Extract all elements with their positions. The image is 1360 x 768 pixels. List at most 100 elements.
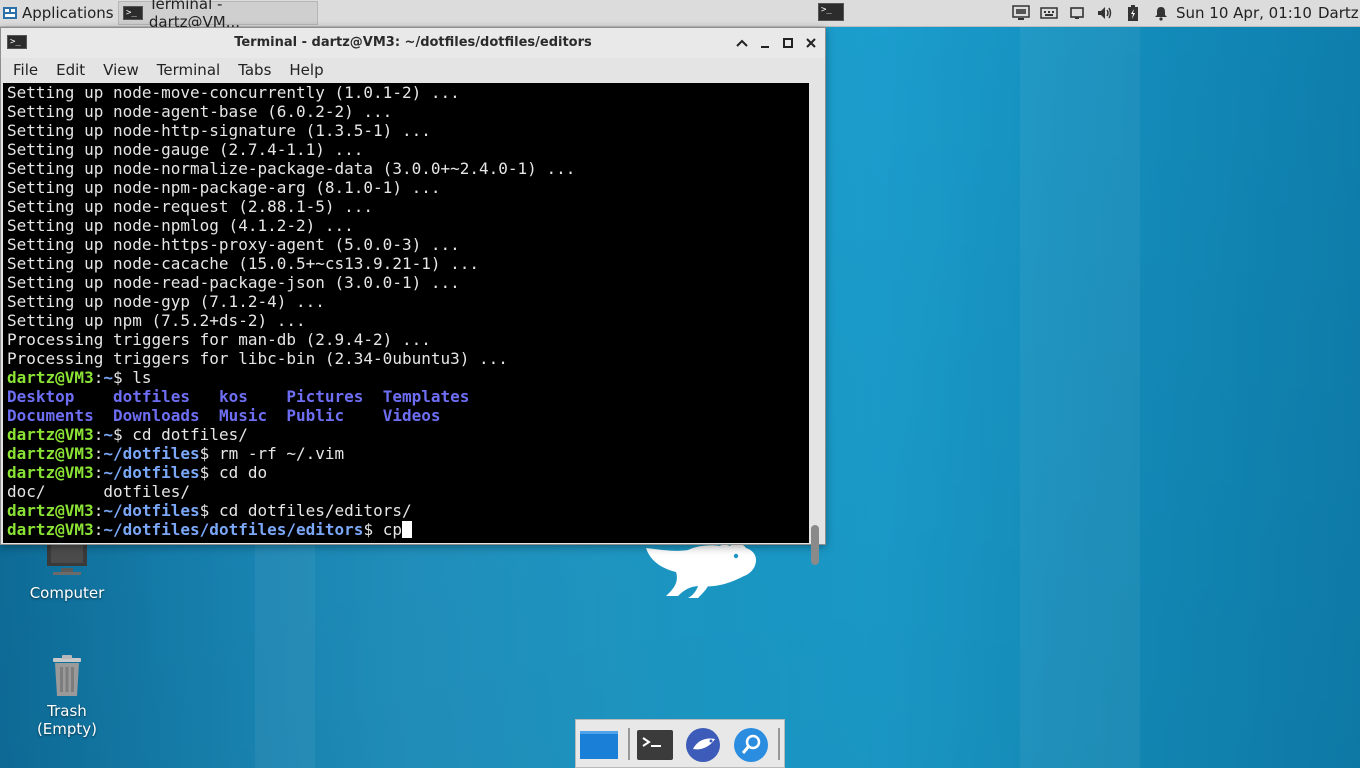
- completion-entry: doc/: [7, 482, 46, 501]
- menu-view[interactable]: View: [97, 61, 145, 79]
- ls-entry: Downloads: [112, 406, 200, 425]
- applications-label: Applications: [22, 4, 114, 22]
- menu-bar: File Edit View Terminal Tabs Help: [1, 58, 825, 82]
- ls-entry: Templates: [382, 387, 470, 406]
- applications-menu-icon: [3, 7, 17, 19]
- network-icon[interactable]: [1012, 4, 1030, 22]
- ls-entry: Documents: [7, 406, 94, 425]
- show-desktop-icon: [580, 731, 618, 759]
- terminal-output-area[interactable]: Setting up node-move-concurrently (1.0.1…: [3, 83, 809, 543]
- close-icon: [806, 38, 816, 48]
- menu-tabs[interactable]: Tabs: [232, 61, 277, 79]
- desktop-icon-sublabel: (Empty): [36, 720, 98, 738]
- terminal-icon: >_: [123, 6, 143, 20]
- dock-web-browser[interactable]: [684, 726, 722, 764]
- output-line: Setting up node-gyp (7.1.2-4) ...: [7, 292, 325, 311]
- workspace-switcher[interactable]: >_: [816, 1, 846, 23]
- keyboard-icon[interactable]: [1040, 4, 1058, 22]
- app-finder-icon: [734, 728, 768, 762]
- prompt-command: cd dotfiles/: [132, 425, 248, 444]
- output-line: Setting up node-npm-package-arg (8.1.0-1…: [7, 178, 441, 197]
- minimize-button[interactable]: [755, 33, 775, 53]
- clock[interactable]: Sun 10 Apr, 01:10: [1176, 0, 1312, 26]
- output-line: Processing triggers for man-db (2.9.4-2)…: [7, 330, 431, 349]
- wallpaper-stripe: [1020, 26, 1140, 768]
- output-line: Setting up node-https-proxy-agent (5.0.0…: [7, 235, 460, 254]
- output-line: Setting up node-gauge (2.7.4-1.1) ...: [7, 140, 364, 159]
- terminal-icon: [637, 730, 673, 760]
- text-cursor: [401, 521, 412, 538]
- output-line: Setting up node-read-package-json (3.0.0…: [7, 273, 460, 292]
- menu-help[interactable]: Help: [283, 61, 329, 79]
- menu-edit[interactable]: Edit: [50, 61, 91, 79]
- output-line: Setting up node-request (2.88.1-5) ...: [7, 197, 374, 216]
- dock-show-desktop[interactable]: [580, 726, 618, 764]
- volume-icon[interactable]: [1096, 4, 1114, 22]
- window-title: Terminal - dartz@VM3: ~/dotfiles/dotfile…: [234, 35, 592, 50]
- trash-icon: [53, 655, 81, 696]
- prompt-path: ~/dotfiles: [103, 463, 200, 482]
- prompt-path: ~: [103, 368, 113, 387]
- output-line: Setting up node-npmlog (4.1.2-2) ...: [7, 216, 354, 235]
- output-line: Setting up node-cacache (15.0.5+~cs13.9.…: [7, 254, 480, 273]
- top-panel: Applications >_ Terminal - dartz@VM... >…: [0, 0, 1360, 31]
- dock-separator: [778, 728, 780, 760]
- close-button[interactable]: [801, 33, 821, 53]
- battery-icon[interactable]: [1124, 4, 1142, 22]
- output-line: Setting up npm (7.5.2+ds-2) ...: [7, 311, 306, 330]
- system-tray: [1012, 0, 1170, 26]
- prompt-command: cd dotfiles/editors/: [218, 501, 412, 520]
- taskbar-terminal-button[interactable]: >_ Terminal - dartz@VM...: [118, 0, 318, 31]
- display-icon[interactable]: [1068, 4, 1086, 22]
- chevron-up-icon: [736, 39, 748, 47]
- prompt-command: ls: [132, 368, 152, 387]
- prompt-user: dartz@VM3: [7, 425, 94, 444]
- maximize-icon: [783, 38, 793, 48]
- prompt-path: ~/dotfiles/dotfiles/editors: [103, 520, 364, 539]
- scrollbar-thumb[interactable]: [811, 525, 819, 565]
- prompt-path: ~/dotfiles: [103, 501, 200, 520]
- terminal-window: >_ Terminal - dartz@VM3: ~/dotfiles/dotf…: [0, 27, 826, 565]
- web-browser-icon: [686, 728, 720, 762]
- ls-entry: Public: [286, 406, 345, 425]
- desktop-icon-label: Computer: [29, 584, 105, 602]
- ls-entry: Music: [218, 406, 268, 425]
- menu-terminal[interactable]: Terminal: [151, 61, 226, 79]
- prompt-path: ~: [103, 425, 113, 444]
- window-titlebar[interactable]: >_ Terminal - dartz@VM3: ~/dotfiles/dotf…: [1, 28, 825, 58]
- user-menu[interactable]: Dartz: [1318, 0, 1359, 26]
- ls-entry: dotfiles: [112, 387, 191, 406]
- dock-app-finder[interactable]: [732, 726, 770, 764]
- prompt-user: dartz@VM3: [7, 463, 94, 482]
- menu-file[interactable]: File: [7, 61, 44, 79]
- ls-entry: kos: [218, 387, 248, 406]
- prompt-path: ~/dotfiles: [103, 444, 200, 463]
- ls-entry: Desktop: [7, 387, 75, 406]
- prompt-command: cd do: [218, 463, 268, 482]
- terminal-icon: >_: [818, 3, 844, 21]
- prompt-command: rm -rf ~/.vim: [218, 444, 345, 463]
- ls-entry: Videos: [382, 406, 441, 425]
- scrollbar[interactable]: [809, 83, 825, 543]
- desktop-icon-computer[interactable]: Computer: [17, 540, 117, 602]
- bottom-dock: [575, 719, 785, 768]
- prompt-user: dartz@VM3: [7, 444, 94, 463]
- notification-bell-icon[interactable]: [1152, 4, 1170, 22]
- output-line: Setting up node-normalize-package-data (…: [7, 159, 576, 178]
- output-line: Setting up node-move-concurrently (1.0.1…: [7, 83, 460, 102]
- output-line: Setting up node-agent-base (6.0.2-2) ...: [7, 102, 393, 121]
- prompt-command: cp: [382, 520, 402, 539]
- maximize-button[interactable]: [778, 33, 798, 53]
- ls-entry: Pictures: [286, 387, 364, 406]
- applications-menu[interactable]: Applications: [2, 0, 114, 26]
- output-line: Setting up node-http-signature (1.3.5-1)…: [7, 121, 431, 140]
- dock-terminal[interactable]: [636, 726, 674, 764]
- desktop-icon-label: Trash: [47, 702, 87, 720]
- xfce-mouse-logo: [646, 543, 756, 598]
- completion-entry: dotfiles/: [103, 482, 191, 501]
- shade-button[interactable]: [732, 33, 752, 53]
- prompt-user: dartz@VM3: [7, 501, 94, 520]
- desktop-icon-trash[interactable]: Trash (Empty): [17, 654, 117, 738]
- computer-icon: [47, 540, 87, 575]
- minimize-icon: [761, 46, 769, 48]
